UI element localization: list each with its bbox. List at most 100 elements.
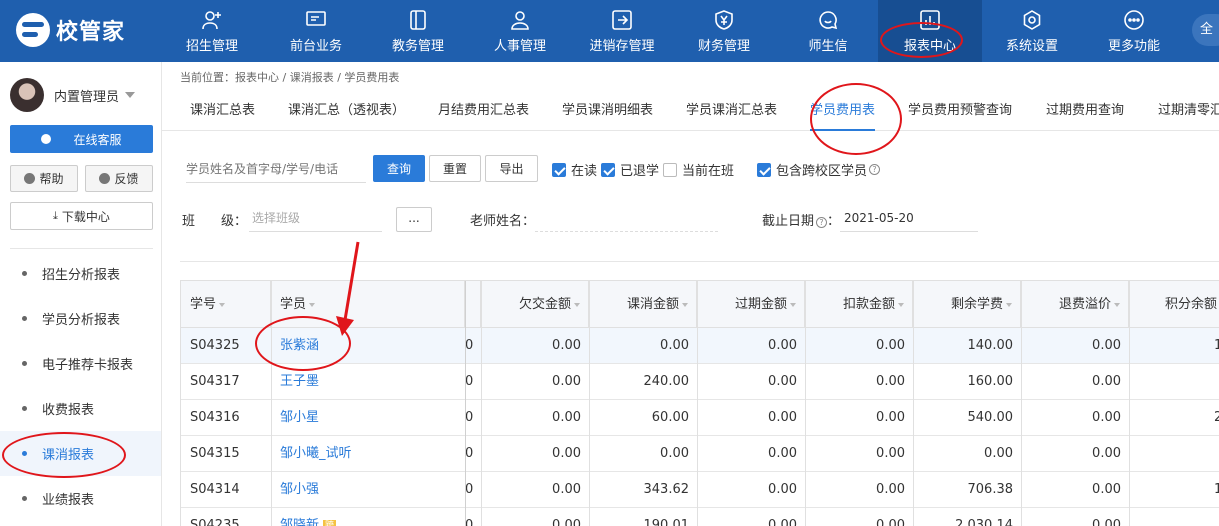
nav-item-front-desk[interactable]: 前台业务 [264, 0, 368, 62]
more-icon [1123, 9, 1145, 31]
download-label: 下载中心 [61, 209, 110, 224]
tab-student-consumption-summary[interactable]: 学员课消汇总表 [686, 93, 777, 131]
cell-text: 0.00 [552, 374, 581, 389]
report-tabs: 课消汇总表 课消汇总（透视表） 月结费用汇总表 学员课消明细表 学员课消汇总表 … [162, 93, 1219, 131]
nav-item-more[interactable]: 更多功能 [1082, 0, 1186, 62]
sidebar-item-performance-report[interactable]: 业绩报表 [0, 476, 161, 521]
col-header-points[interactable]: 积分余额 [1129, 281, 1219, 328]
student-name-link[interactable]: 邹小星 [280, 410, 319, 425]
nav-item-settings[interactable]: 系统设置 [980, 0, 1084, 62]
nav-item-inventory[interactable]: 进销存管理 [570, 0, 674, 62]
online-service-button[interactable]: 在线客服 [10, 125, 153, 153]
checkbox-current-class[interactable]: 当前在班 [663, 160, 734, 179]
nav-label: 前台业务 [289, 38, 342, 54]
avatar [10, 78, 44, 112]
col-header-expired[interactable]: 过期金额 [697, 281, 805, 328]
cell-id: S04235 [181, 508, 271, 526]
nav-item-messages[interactable]: 师生信 [776, 0, 880, 62]
export-button[interactable]: 导出 [485, 155, 538, 182]
header-label: 退费溢价 [1058, 297, 1111, 312]
sidebar-item-referral-report[interactable]: 电子推荐卡报表 [0, 341, 161, 386]
cell-name[interactable]: 邹小曦_试听 [271, 436, 465, 472]
cell-c: 0 [465, 508, 481, 526]
table-row[interactable]: S04316 邹小星 0 0.00 60.00 0.00 0.00 540.00 0.00 21.… [181, 400, 1219, 436]
table-row[interactable]: S04235 邹晓新跨 0 0.00 190.01 0.00 0.00 2,030.14 0.0… [181, 508, 1219, 526]
cell-text: S04314 [190, 482, 240, 497]
sidebar-item-fee-report[interactable]: 收费报表 [0, 386, 161, 431]
tab-consumption-summary[interactable]: 课消汇总表 [190, 93, 255, 131]
checkbox-label: 包含跨校区学员 [776, 164, 868, 179]
cell-name[interactable]: 邹小星 [271, 400, 465, 436]
student-name-link[interactable]: 邹小曦_试听 [280, 446, 352, 461]
tab-consumption-pivot[interactable]: 课消汇总（透视表） [288, 93, 405, 131]
nav-item-hr[interactable]: 人事管理 [468, 0, 572, 62]
checkbox-in-school[interactable]: 在读 [552, 160, 597, 179]
table-row[interactable]: S04315 邹小曦_试听 0 0.00 0.00 0.00 0.00 0.00 0.00 0.0 [181, 436, 1219, 472]
cell-text: 0.00 [660, 446, 689, 461]
tab-student-consumption-detail[interactable]: 学员课消明细表 [562, 93, 653, 131]
cell-text: 0.00 [1092, 338, 1121, 353]
cell-text: 0.00 [1092, 446, 1121, 461]
cell-remain: 706.38 [913, 472, 1021, 508]
checkbox-cross-campus[interactable]: 包含跨校区学员? [757, 160, 881, 179]
col-header-remain[interactable]: 剩余学费 [913, 281, 1021, 328]
feedback-button[interactable]: 反馈 [85, 165, 153, 192]
nav-item-academic[interactable]: 教务管理 [366, 0, 470, 62]
search-input[interactable] [186, 155, 366, 183]
cell-text: 0.00 [552, 482, 581, 497]
nav-label: 师生信 [808, 38, 848, 54]
col-header-consume[interactable]: 课消金额 [589, 281, 697, 328]
question-icon[interactable]: ? [869, 164, 881, 175]
cell-deduct: 0.00 [805, 472, 913, 508]
tab-expired-clear-summary[interactable]: 过期清零汇 [1158, 93, 1219, 131]
teacher-input[interactable] [535, 205, 718, 232]
header-label: 学员 [280, 297, 307, 312]
student-name-link[interactable]: 王子墨 [280, 374, 319, 389]
cell-name[interactable]: 邹小强 [271, 472, 465, 508]
cell-expired: 0.00 [697, 436, 805, 472]
student-name-link[interactable]: 邹小强 [280, 482, 319, 497]
cell-owe: 0.00 [481, 436, 589, 472]
table-row[interactable]: S04317 王子墨 0 0.00 240.00 0.00 0.00 160.00 0.00 5.… [181, 364, 1219, 400]
tab-monthly-summary[interactable]: 月结费用汇总表 [438, 93, 529, 131]
col-header-id[interactable]: 学号 [181, 281, 271, 328]
cell-expired: 0.00 [697, 364, 805, 400]
cell-id: S04315 [181, 436, 271, 472]
sidebar-item-enrollment-report[interactable]: 招生分析报表 [0, 251, 161, 296]
tab-expired-fees[interactable]: 过期费用查询 [1046, 93, 1124, 131]
reset-button[interactable]: 重置 [429, 155, 481, 182]
student-name-link[interactable]: 邹晓新 [280, 518, 319, 526]
class-label: 班 级： [182, 214, 248, 229]
user-name: 内置管理员 [54, 89, 120, 105]
cell-text: 0.00 [876, 446, 905, 461]
checkbox-withdrawn[interactable]: 已退学 [601, 160, 659, 179]
tab-fee-warning[interactable]: 学员费用预警查询 [908, 93, 1012, 131]
nav-item-enrollment[interactable]: 招生管理 [160, 0, 264, 62]
cell-consume: 0.00 [589, 328, 697, 364]
col-header-refund[interactable]: 退费溢价 [1021, 281, 1129, 328]
campus-switch-button[interactable]: 全 [1192, 14, 1219, 46]
cell-refund: 0.00 [1021, 508, 1129, 526]
col-header-deduct[interactable]: 扣款金额 [805, 281, 913, 328]
cell-text: 0.00 [768, 518, 797, 526]
cell-consume: 0.00 [589, 436, 697, 472]
user-menu[interactable]: 内置管理员 [10, 78, 136, 112]
class-picker-button[interactable]: ... [396, 207, 432, 232]
cell-consume: 240.00 [589, 364, 697, 400]
sidebar-item-student-report[interactable]: 学员分析报表 [0, 296, 161, 341]
checkbox-checked-icon [552, 162, 566, 177]
nav-item-finance[interactable]: 财务管理 [672, 0, 776, 62]
download-center-button[interactable]: ⤓ 下载中心 [10, 202, 153, 230]
cell-name[interactable]: 邹晓新跨 [271, 508, 465, 526]
class-select[interactable]: 选择班级 [249, 205, 382, 232]
cutoff-date-input[interactable]: 2021-05-20 [840, 205, 978, 232]
column-divider [589, 281, 590, 526]
query-button[interactable]: 查询 [373, 155, 425, 182]
table-row[interactable]: S04314 邹小强 0 0.00 343.62 0.00 0.00 706.38 0.00 16… [181, 472, 1219, 508]
column-divider [913, 281, 914, 526]
app-logo[interactable]: 校管家 [16, 12, 125, 48]
col-header-owe[interactable]: 欠交金额 [481, 281, 589, 328]
help-button[interactable]: 帮助 [10, 165, 78, 192]
cutoff-colon: ： [827, 214, 841, 229]
question-icon[interactable]: ? [816, 217, 828, 228]
